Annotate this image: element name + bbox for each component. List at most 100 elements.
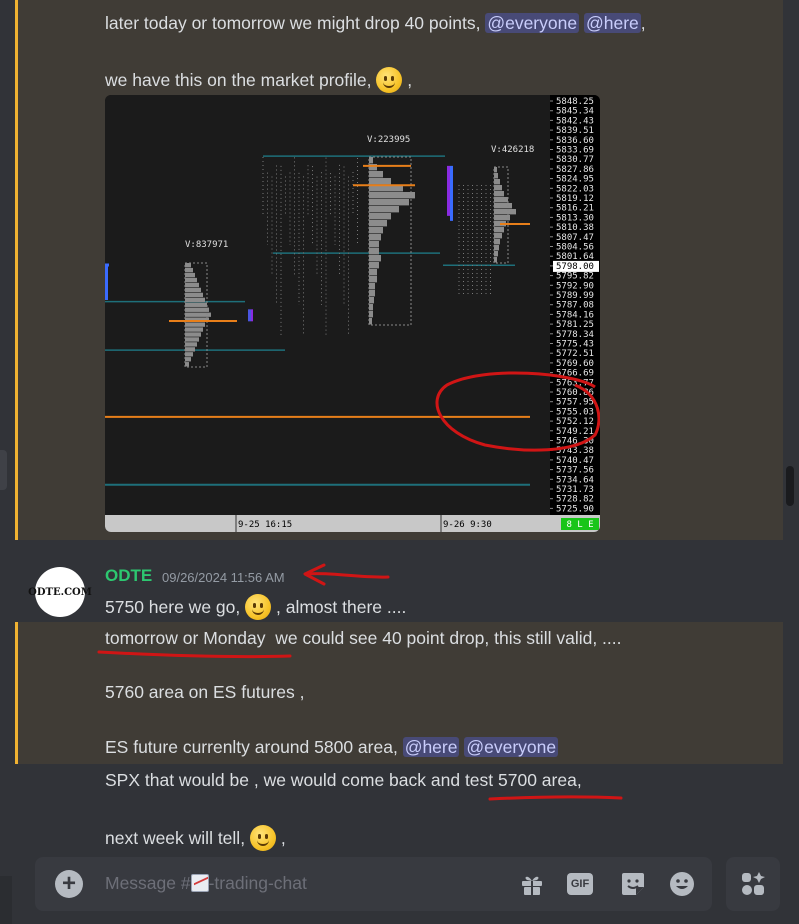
price-label: 5807.47 (556, 233, 594, 243)
message-text-part: , (407, 70, 413, 90)
price-label: 5836.60 (556, 136, 594, 146)
message-text: ES future currenlty around 5800 area, @h… (105, 736, 559, 758)
profile-bar (185, 352, 193, 357)
profile-bar (185, 357, 191, 362)
sidebar-edge (0, 876, 12, 924)
avatar[interactable]: ODTE.COM (28, 567, 92, 617)
plus-icon[interactable]: + (55, 870, 83, 898)
status-label: 8 L E (566, 520, 593, 530)
price-label: 5824.95 (556, 175, 594, 185)
price-bar (450, 165, 453, 221)
profile-bar (369, 283, 375, 290)
profile-bar (494, 179, 500, 185)
message-text: SPX that would be , we would come back a… (105, 769, 582, 791)
price-label: 5731.73 (556, 485, 594, 495)
placeholder-suffix: -trading-chat (208, 873, 307, 893)
profile-bar (369, 290, 375, 297)
price-label: 5740.47 (556, 456, 594, 466)
price-label: 5737.56 (556, 466, 594, 476)
price-label: 5830.77 (556, 155, 594, 165)
price-label: 5757.95 (556, 398, 594, 408)
price-label: 5787.08 (556, 301, 594, 311)
price-bar (251, 309, 253, 322)
price-label: 5734.64 (556, 475, 594, 485)
red-underline-annotation (97, 650, 292, 659)
price-label: 5804.56 (556, 243, 594, 253)
profile-bar (494, 197, 508, 203)
message-composer[interactable]: + Message # -trading-chat GIF (35, 857, 712, 911)
profile-bar (369, 234, 381, 241)
price-label: 5798.00 (556, 262, 594, 272)
profile-bar (185, 342, 197, 347)
message-text-part: we have this on the market profile, (105, 70, 372, 90)
price-bar (447, 165, 450, 216)
profile-bar (369, 206, 399, 213)
message-input[interactable]: Message # -trading-chat (105, 873, 307, 894)
message-text-part: , almost there .... (276, 597, 407, 617)
slightly-smiling-face-emoji-icon (249, 825, 276, 851)
mention-everyone[interactable]: @everyone (464, 737, 559, 757)
message-text-part: 5760 area on ES futures , (105, 682, 305, 702)
price-label: 5816.21 (556, 204, 594, 214)
red-arrow-annotation (303, 563, 390, 586)
message-text: 5750 here we go, , almost there .... (105, 594, 406, 620)
profile-bar (185, 287, 201, 293)
profile-bar (185, 292, 203, 298)
message-timestamp[interactable]: 09/26/2024 11:56 AM (162, 570, 285, 585)
profile-bar (369, 304, 373, 311)
price-label: 5827.86 (556, 165, 594, 175)
price-label: 5845.34 (556, 107, 594, 117)
message-text: later today or tomorrow we might drop 40… (105, 12, 646, 34)
profile-bar (369, 255, 381, 262)
profile-bar (185, 302, 207, 307)
message-text: next week will tell, , (105, 825, 286, 851)
emoji-icon[interactable] (668, 870, 696, 898)
mention-everyone[interactable]: @everyone (485, 13, 580, 33)
author-name[interactable]: ODTE (105, 566, 152, 586)
profile-bar (369, 241, 379, 248)
profile-bar (185, 322, 205, 327)
chart-increasing-emoji-icon (190, 874, 209, 892)
price-label: 5775.43 (556, 340, 594, 350)
message-text-part: next week will tell, (105, 828, 246, 848)
profile-bar (494, 227, 504, 233)
price-label: 5842.43 (556, 116, 594, 126)
profile-bar (369, 297, 374, 304)
message-text-part: test 5700 area, (464, 770, 582, 790)
profile-bar (494, 251, 498, 257)
price-label: 5813.30 (556, 213, 594, 223)
profile-bar (185, 297, 205, 303)
message-text-part: , (640, 13, 646, 33)
price-label: 5749.21 (556, 427, 594, 437)
gif-button[interactable]: GIF (567, 873, 593, 895)
red-underline-annotation (488, 795, 623, 801)
price-label: 5755.03 (556, 407, 594, 417)
price-label: 5772.51 (556, 349, 594, 359)
market-profile-chart-image[interactable]: V:837971 V:223995 V:426218 5848.25 5845.34 5… (105, 95, 600, 532)
time-label: 9-25 16:15 (238, 520, 292, 530)
apps-icon (742, 872, 765, 895)
message-text-part: SPX that would be , we would come back a… (105, 770, 465, 790)
mention-here[interactable]: @here (402, 737, 460, 757)
profile-bar (369, 227, 383, 234)
profile-bar (185, 282, 199, 288)
price-label: 5789.99 (556, 291, 594, 301)
price-label: 5822.03 (556, 184, 594, 194)
sticker-icon[interactable] (619, 870, 647, 898)
apps-button[interactable] (726, 857, 780, 911)
message-text-part: we could see 40 point drop, this still v… (265, 628, 622, 648)
message-text: we have this on the market profile, , (105, 67, 412, 93)
price-bar (105, 265, 108, 300)
message-text: 5760 area on ES futures , (105, 681, 304, 703)
price-label: 5848.25 (556, 97, 594, 107)
price-label: 5810.38 (556, 223, 594, 233)
profile-bar (369, 269, 377, 276)
mention-here[interactable]: @here (583, 13, 641, 33)
price-label: 5801.64 (556, 252, 594, 262)
scrollbar-thumb[interactable] (786, 466, 794, 506)
gift-icon[interactable] (518, 870, 546, 898)
profile-bar (369, 262, 379, 269)
profile-bar (494, 185, 502, 191)
volume-label: V:837971 (185, 240, 228, 250)
time-axis (105, 515, 600, 532)
